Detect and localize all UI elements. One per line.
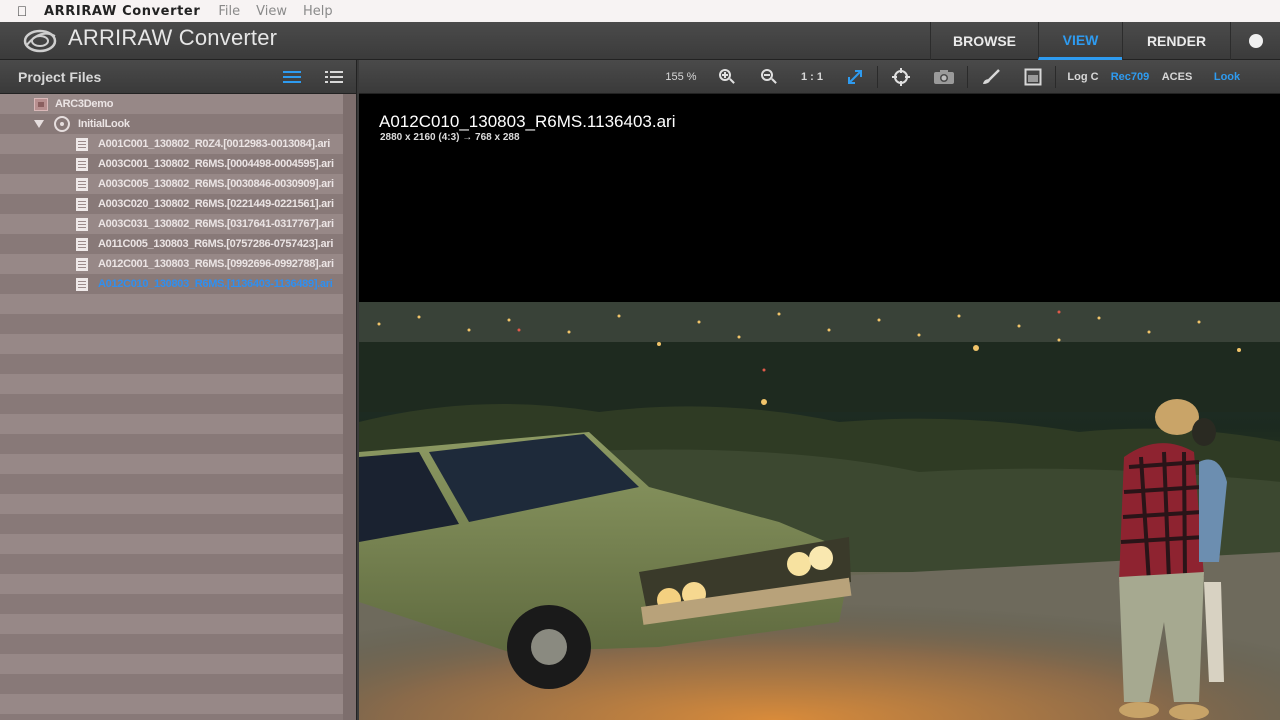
tree-item-file[interactable]: A011C005_130803_R6MS.[0757286-0757423].a… bbox=[0, 234, 343, 254]
system-menubar:  ARRIRAW Converter File View Help bbox=[0, 0, 1280, 22]
image-preview[interactable] bbox=[359, 302, 1280, 720]
file-label: A003C031_130802_R6MS.[0317641-0317767].a… bbox=[98, 218, 334, 230]
tab-render[interactable]: RENDER bbox=[1122, 22, 1230, 60]
zoom-out-button[interactable] bbox=[757, 60, 781, 94]
tab-view[interactable]: VIEW bbox=[1038, 22, 1122, 60]
app-titlebar: ARRIRAW Converter BROWSE VIEW RENDER bbox=[0, 22, 1280, 60]
file-label: A003C020_130802_R6MS.[0221449-0221561].a… bbox=[98, 198, 334, 210]
expand-arrows-icon bbox=[848, 70, 862, 84]
file-label: A011C005_130803_R6MS.[0757286-0757423].a… bbox=[98, 238, 334, 250]
fit-to-window-button[interactable] bbox=[843, 60, 867, 94]
record-button[interactable] bbox=[1230, 22, 1280, 60]
look-label: InitialLook bbox=[78, 118, 130, 130]
record-dot-icon bbox=[1248, 34, 1263, 48]
file-icon bbox=[76, 137, 88, 151]
tree-item-file[interactable]: A003C020_130802_R6MS.[0221449-0221561].a… bbox=[0, 194, 343, 214]
disclosure-triangle-icon[interactable] bbox=[34, 120, 44, 128]
arri-logo-icon bbox=[23, 29, 57, 53]
tab-browse[interactable]: BROWSE bbox=[930, 22, 1038, 60]
crosshair-button[interactable] bbox=[889, 60, 913, 94]
file-icon bbox=[76, 197, 88, 211]
apple-icon[interactable]:  bbox=[0, 3, 44, 19]
rec709-toggle[interactable]: Rec709 bbox=[1107, 60, 1153, 94]
frame-button[interactable] bbox=[1021, 60, 1045, 94]
project-files-title: Project Files bbox=[18, 69, 102, 85]
menubar-app-name[interactable]: ARRIRAW Converter bbox=[44, 4, 200, 19]
menu-help[interactable]: Help bbox=[303, 4, 333, 19]
zoom-in-icon bbox=[719, 69, 735, 85]
tree-item-file[interactable]: A003C031_130802_R6MS.[0317641-0317767].a… bbox=[0, 214, 343, 234]
snapshot-button[interactable] bbox=[931, 60, 957, 94]
file-icon bbox=[76, 277, 88, 291]
look-icon bbox=[54, 116, 70, 132]
app-title: ARRIRAW Converter bbox=[68, 25, 278, 50]
zoom-level: 155 % bbox=[665, 71, 697, 83]
file-icon bbox=[76, 237, 88, 251]
panel-scrollbar[interactable] bbox=[343, 94, 357, 720]
image-file-name: A012C010_130803_R6MS.1136403.ari bbox=[379, 112, 676, 131]
project-tree: ARC3Demo InitialLook A001C001_130802_R0Z… bbox=[0, 94, 343, 720]
project-icon bbox=[34, 97, 48, 111]
brush-icon bbox=[983, 69, 1000, 84]
file-label: A012C010_130803_R6MS.[1136403-1136489].a… bbox=[98, 278, 333, 290]
tree-item-file[interactable]: A003C001_130802_R6MS.[0004498-0004595].a… bbox=[0, 154, 343, 174]
tree-item-file-selected[interactable]: A012C010_130803_R6MS.[1136403-1136489].a… bbox=[0, 274, 343, 294]
logc-toggle[interactable]: Log C bbox=[1065, 60, 1101, 94]
viewer-toolbar: 155 % 1 : 1 Log C Rec709 ACES Look bbox=[359, 60, 1280, 94]
menu-view[interactable]: View bbox=[256, 4, 287, 19]
project-files-header: Project Files bbox=[0, 60, 357, 94]
aces-toggle[interactable]: ACES bbox=[1159, 60, 1195, 94]
list-view-button[interactable] bbox=[280, 67, 304, 87]
project-label: ARC3Demo bbox=[55, 98, 114, 110]
brush-button[interactable] bbox=[979, 60, 1003, 94]
tree-item-project[interactable]: ARC3Demo bbox=[0, 94, 343, 114]
tree-item-file[interactable]: A003C005_130802_R6MS.[0030846-0030909].a… bbox=[0, 174, 343, 194]
crosshair-icon bbox=[892, 68, 910, 86]
detail-view-button[interactable] bbox=[322, 67, 346, 87]
file-icon bbox=[76, 157, 88, 171]
file-icon bbox=[76, 217, 88, 231]
image-viewer: 155 % 1 : 1 Log C Rec709 ACES Look A012C… bbox=[357, 60, 1280, 720]
night-scene-image bbox=[359, 302, 1280, 720]
one-to-one-button[interactable]: 1 : 1 bbox=[795, 60, 829, 94]
look-toggle[interactable]: Look bbox=[1209, 60, 1245, 94]
file-icon bbox=[76, 257, 88, 271]
project-files-panel: Project Files ARC3Demo InitialLook A001C… bbox=[0, 60, 357, 720]
zoom-in-button[interactable] bbox=[715, 60, 739, 94]
tree-item-file[interactable]: A001C001_130802_R0Z4.[0012983-0013084].a… bbox=[0, 134, 343, 154]
zoom-out-icon bbox=[761, 69, 777, 85]
file-label: A001C001_130802_R0Z4.[0012983-0013084].a… bbox=[98, 138, 331, 150]
tree-item-file[interactable]: A012C001_130803_R6MS.[0992696-0992788].a… bbox=[0, 254, 343, 274]
frame-icon bbox=[1024, 68, 1042, 86]
file-label: A003C005_130802_R6MS.[0030846-0030909].a… bbox=[98, 178, 334, 190]
camera-icon bbox=[934, 70, 954, 84]
image-resolution: 2880 x 2160 (4:3) → 768 x 288 bbox=[380, 132, 520, 143]
tree-item-look[interactable]: InitialLook bbox=[0, 114, 343, 134]
file-label: A003C001_130802_R6MS.[0004498-0004595].a… bbox=[98, 158, 334, 170]
main-nav-tabs: BROWSE VIEW RENDER bbox=[930, 22, 1280, 60]
file-label: A012C001_130803_R6MS.[0992696-0992788].a… bbox=[98, 258, 334, 270]
menu-file[interactable]: File bbox=[218, 4, 240, 19]
file-icon bbox=[76, 177, 88, 191]
